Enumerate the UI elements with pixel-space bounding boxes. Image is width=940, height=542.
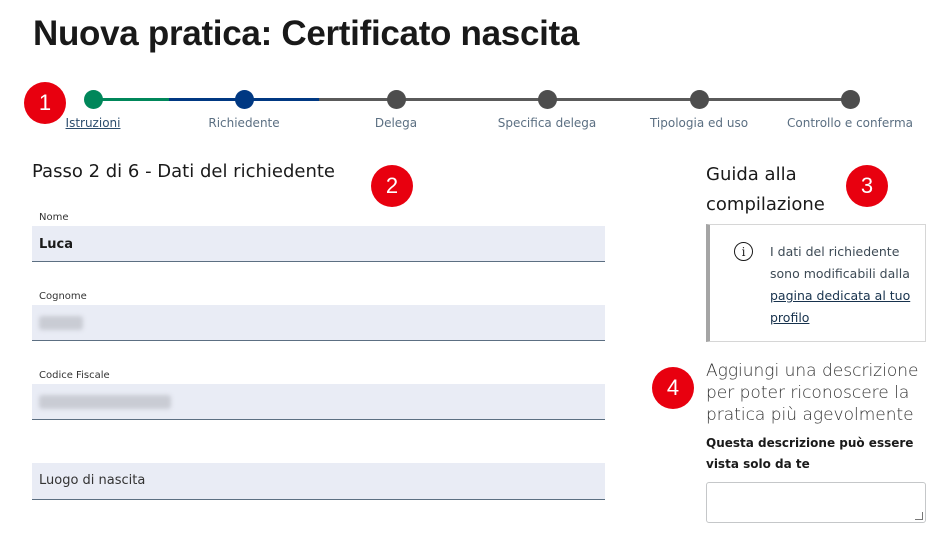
guide-title: Guida alla compilazione (706, 160, 825, 220)
annotation-marker-4: 4 (652, 367, 694, 409)
guide-title-line2: compilazione (706, 194, 825, 215)
guide-text: I dati del richiedente sono modificabili… (770, 244, 910, 281)
page-title: Nuova pratica: Certificato nascita (33, 14, 580, 53)
cognome-redacted-value (39, 316, 83, 330)
nome-label: Nome (39, 212, 69, 223)
codice-fiscale-label: Codice Fiscale (39, 370, 110, 381)
guide-title-line1: Guida alla (706, 164, 797, 185)
step-label-richiedente: Richiedente (208, 116, 280, 130)
step-connector-done (93, 98, 169, 101)
info-icon: i (734, 242, 753, 261)
luogo-nascita-placeholder: Luogo di nascita (39, 473, 146, 488)
nome-field[interactable]: Luca (32, 226, 605, 262)
step-link-istruzioni[interactable]: Istruzioni (66, 116, 121, 130)
codice-fiscale-redacted-value (39, 395, 171, 409)
nome-value: Luca (39, 237, 74, 252)
step-label-delega: Delega (374, 116, 418, 130)
annotation-marker-2: 2 (371, 165, 413, 207)
luogo-nascita-field[interactable]: Luogo di nascita (32, 463, 605, 500)
annotation-marker-3: 3 (846, 165, 888, 207)
resize-grip-icon[interactable] (915, 512, 923, 520)
step-dot-tipologia (690, 90, 709, 109)
description-textarea[interactable] (706, 482, 926, 523)
step-dot-specifica-delega (538, 90, 557, 109)
step-label-specifica-delega: Specifica delega (497, 116, 597, 130)
step-label-tipologia: Tipologia ed uso (649, 116, 749, 130)
progress-stepper: Istruzioni Richiedente Delega Specifica … (0, 84, 940, 134)
step-label-controllo: Controllo e conferma (787, 116, 913, 130)
annotation-marker-1: 1 (24, 82, 66, 124)
guide-callout-text: I dati del richiedente sono modificabili… (770, 241, 920, 329)
codice-fiscale-field[interactable] (32, 384, 605, 420)
profile-page-link[interactable]: pagina dedicata al tuo profilo (770, 288, 910, 325)
guide-callout: i I dati del richiedente sono modificabi… (706, 224, 926, 342)
step-dot-richiedente (235, 90, 254, 109)
step-dot-delega (387, 90, 406, 109)
step-dot-istruzioni[interactable] (84, 90, 103, 109)
description-note: Questa descrizione può essere vista solo… (706, 436, 914, 471)
section-title: Passo 2 di 6 - Dati del richiedente (32, 161, 335, 182)
description-title: Aggiungi una descrizione per poter ricon… (706, 361, 919, 425)
step-dot-controllo (841, 90, 860, 109)
cognome-field[interactable] (32, 305, 605, 341)
cognome-label: Cognome (39, 291, 87, 302)
